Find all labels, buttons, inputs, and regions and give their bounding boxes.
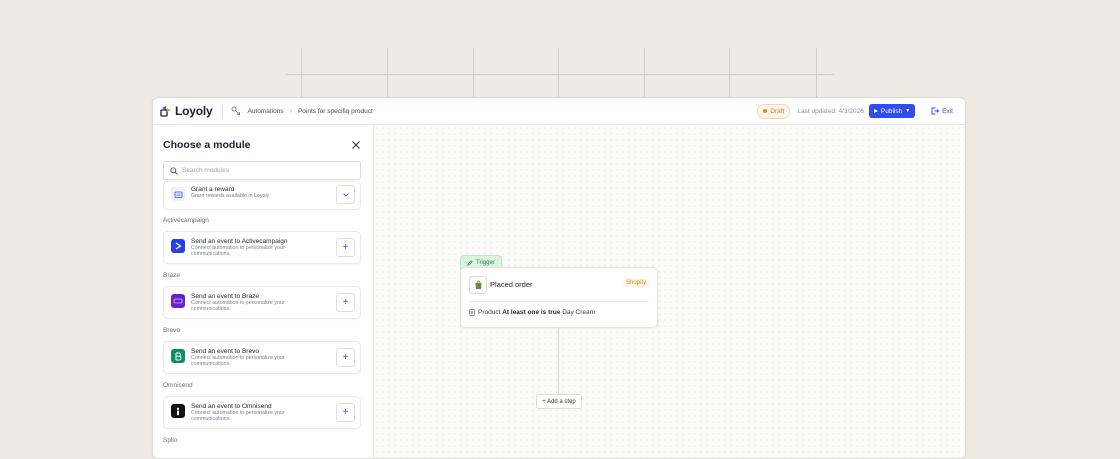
section-omnisend: Omnisend	[163, 382, 193, 389]
exit-label: Exit	[942, 107, 953, 115]
automation-icon	[232, 106, 241, 115]
pencil-icon	[467, 260, 473, 266]
module-description: Connect automation to personalize your c…	[191, 245, 285, 257]
status-text: Draft	[770, 107, 785, 115]
module-card-omnisend[interactable]: Send an event to Omnisend Connect automa…	[163, 396, 361, 429]
play-icon	[873, 109, 878, 113]
braze-logo-icon	[171, 294, 185, 308]
node-condition: Product At least one is true Day Cream	[469, 309, 595, 316]
module-title: Send an event to Braze	[191, 293, 259, 300]
add-brevo-button[interactable]: +	[336, 348, 355, 367]
document-icon	[469, 309, 475, 316]
background-grid	[286, 48, 834, 98]
chevron-down-icon: ▼	[905, 108, 911, 114]
last-updated: Last updated: 4/3/2026	[797, 107, 864, 115]
module-title: Send an event to Omnisend	[191, 403, 272, 410]
plus-icon: +	[342, 407, 349, 418]
shopify-bag-icon	[469, 276, 487, 294]
condition-operator: At least one is true	[502, 309, 561, 316]
search-box	[163, 161, 361, 180]
breadcrumb-automations[interactable]: Automations	[247, 108, 283, 115]
exit-button[interactable]: Exit	[931, 107, 953, 115]
section-braze: Braze	[163, 272, 180, 279]
add-step-button[interactable]: + Add a step	[536, 394, 582, 409]
module-title: Grant a reward	[191, 186, 235, 193]
add-braze-button[interactable]: +	[336, 293, 355, 312]
module-card-activecampaign[interactable]: Send an event to Activecampaign Connect …	[163, 231, 361, 264]
module-description: Grant rewards available in Loyoly	[191, 193, 270, 199]
publish-button[interactable]: Publish ▼	[868, 104, 916, 118]
add-activecampaign-button[interactable]: +	[336, 238, 355, 257]
publish-label: Publish	[880, 107, 903, 115]
section-brevo: Brevo	[163, 327, 180, 334]
breadcrumb-separator: ›	[289, 107, 292, 115]
integration-badge: Shopify	[622, 279, 649, 287]
divider	[222, 104, 224, 118]
divider	[469, 301, 649, 302]
sidebar-title: Choose a module	[163, 139, 251, 151]
trigger-label: Trigger	[476, 260, 495, 266]
module-description: Connect automation to personalize your c…	[191, 410, 285, 422]
module-card-reward[interactable]: Grant a reward Grant rewards available i…	[163, 181, 361, 210]
add-omnisend-button[interactable]: +	[336, 403, 355, 422]
module-title: Send an event to Activecampaign	[191, 238, 288, 245]
connector-line	[558, 327, 559, 394]
exit-icon	[931, 107, 940, 115]
module-card-braze[interactable]: Send an event to Braze Connect automatio…	[163, 286, 361, 319]
brevo-logo-icon	[171, 349, 185, 363]
app-window: Loyoly Automations › Points for specifiq…	[152, 97, 966, 459]
activecampaign-logo-icon	[171, 239, 185, 253]
close-icon[interactable]	[351, 140, 361, 150]
module-title: Send an event to Brevo	[191, 348, 259, 355]
condition-value: Day Cream	[562, 309, 596, 316]
status-badge: Draft	[757, 103, 791, 119]
search-icon	[170, 166, 178, 175]
section-splio: Splio	[163, 437, 178, 444]
module-description: Connect automation to personalize your c…	[191, 355, 285, 367]
trigger-node[interactable]: Placed order Shopify Product At least on…	[460, 267, 658, 328]
loyoly-logo-icon	[160, 106, 171, 117]
gift-icon	[171, 187, 185, 201]
logo[interactable]: Loyoly	[160, 104, 213, 118]
workflow-canvas[interactable]: Trigger Placed order Shopify Product At …	[374, 125, 965, 458]
condition-field: Product	[478, 309, 501, 316]
omnisend-logo-icon	[171, 404, 185, 418]
module-card-brevo[interactable]: Send an event to Brevo Connect automatio…	[163, 341, 361, 374]
plus-icon: +	[342, 352, 349, 363]
breadcrumb-current: Points for specifiq product	[297, 107, 373, 115]
top-bar: Loyoly Automations › Points for specifiq…	[153, 98, 965, 125]
module-description: Connect automation to personalize your c…	[191, 300, 285, 312]
module-sidebar: Choose a module Grant a reward Grant rew…	[153, 125, 374, 458]
node-title: Placed order	[490, 280, 533, 289]
expand-button[interactable]	[336, 185, 355, 204]
logo-text: Loyoly	[175, 104, 213, 118]
plus-icon: +	[342, 297, 349, 308]
section-activecampaign: Activecampaign	[163, 217, 209, 224]
plus-icon: +	[342, 242, 349, 253]
search-input[interactable]	[182, 167, 352, 174]
status-dot	[763, 109, 768, 113]
chevron-down-icon	[342, 192, 349, 197]
